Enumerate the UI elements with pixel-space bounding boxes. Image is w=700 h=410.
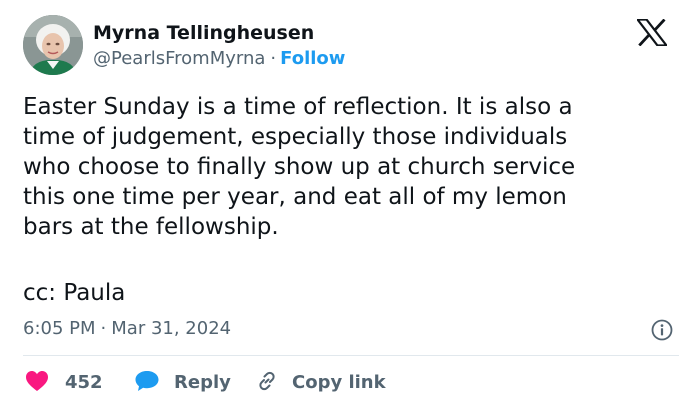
copy-link-button[interactable]: Copy link xyxy=(256,370,386,396)
author-meta: @PearlsFromMyrna · Follow xyxy=(93,47,345,71)
handle-separator: · xyxy=(270,48,277,69)
tweet-time: 6:05 PM xyxy=(23,318,96,339)
author-display-name[interactable]: Myrna Tellingheusen xyxy=(93,21,314,45)
tweet-cc-line: cc: Paula xyxy=(23,280,126,306)
date-separator: · xyxy=(100,318,107,339)
tweet-timestamp[interactable]: 6:05 PM · Mar 31, 2024 xyxy=(23,317,231,341)
like-count: 452 xyxy=(65,372,103,393)
reply-label: Reply xyxy=(174,372,231,393)
tweet-date: Mar 31, 2024 xyxy=(111,318,232,339)
speech-bubble-icon xyxy=(134,370,160,396)
avatar[interactable] xyxy=(23,15,83,75)
divider xyxy=(23,355,679,356)
link-icon xyxy=(256,370,278,396)
avatar-photo xyxy=(23,15,83,75)
author-handle[interactable]: @PearlsFromMyrna xyxy=(93,48,265,69)
heart-icon xyxy=(25,370,49,396)
copy-link-label: Copy link xyxy=(292,372,386,393)
x-logo-icon[interactable] xyxy=(635,18,669,47)
reply-button[interactable]: Reply xyxy=(134,370,231,396)
like-button[interactable]: 452 xyxy=(25,370,103,396)
info-icon[interactable] xyxy=(651,319,673,341)
follow-button[interactable]: Follow xyxy=(280,48,345,69)
tweet-text: Easter Sunday is a time of reflection. I… xyxy=(23,94,576,240)
